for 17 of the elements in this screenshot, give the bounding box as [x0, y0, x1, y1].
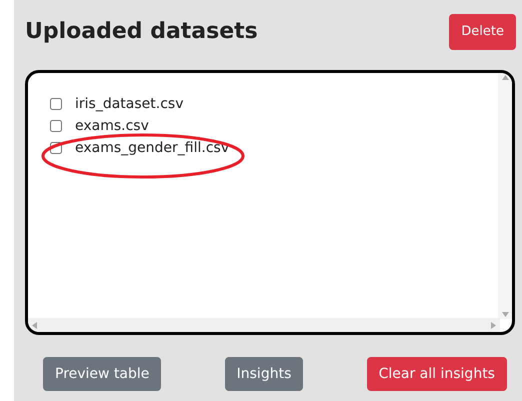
- action-button[interactable]: Insights: [224, 357, 304, 391]
- danger-button[interactable]: Clear all insights: [366, 357, 507, 391]
- scroll-down-icon[interactable]: [502, 312, 508, 317]
- dataset-name: exams.csv: [75, 116, 149, 136]
- dataset-name: iris_dataset.csv: [75, 94, 184, 114]
- dataset-checkbox[interactable]: [50, 98, 62, 110]
- scroll-right-icon[interactable]: [491, 322, 496, 328]
- delete-button[interactable]: Delete: [449, 14, 516, 50]
- panel-title: Uploaded datasets: [25, 21, 258, 43]
- horizontal-scrollbar[interactable]: [28, 318, 500, 332]
- dataset-checkbox[interactable]: [50, 120, 62, 132]
- dataset-name: exams_gender_fill.csv: [75, 138, 230, 158]
- scroll-up-icon[interactable]: [502, 75, 508, 80]
- scroll-left-icon[interactable]: [32, 322, 37, 328]
- dataset-checkbox[interactable]: [50, 142, 62, 154]
- vertical-scrollbar[interactable]: [498, 73, 512, 319]
- action-button[interactable]: Preview table: [43, 357, 162, 391]
